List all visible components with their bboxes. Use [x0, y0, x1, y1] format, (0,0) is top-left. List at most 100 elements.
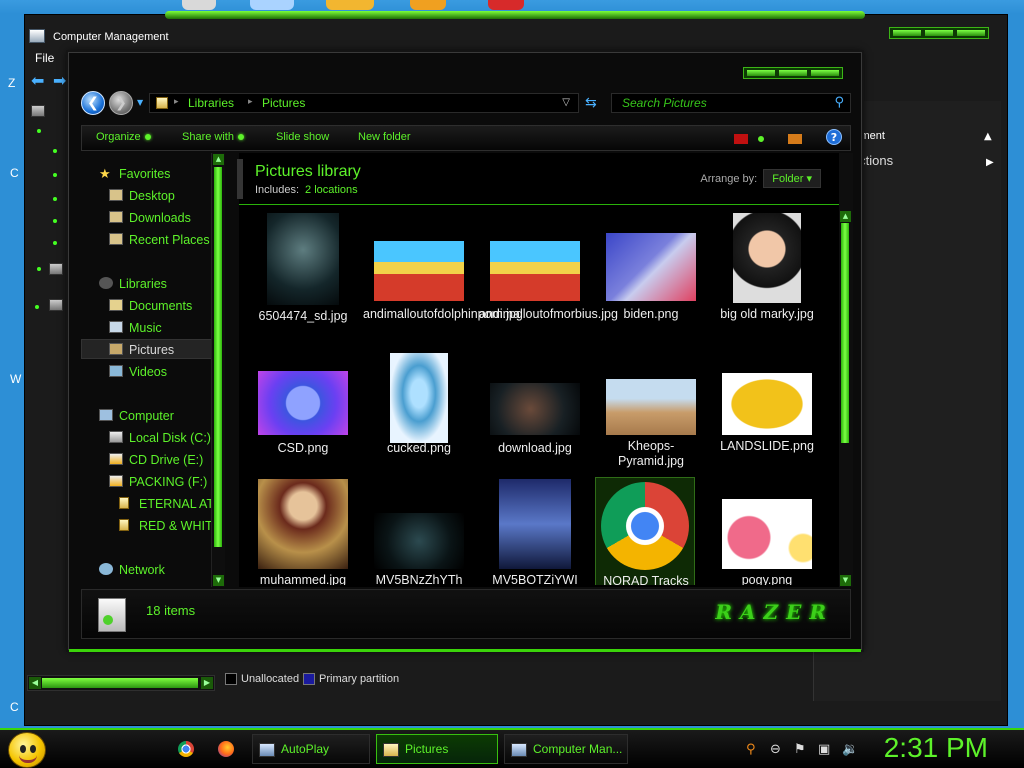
- file-item[interactable]: cucked.png: [363, 353, 475, 477]
- nav-videos[interactable]: Videos: [129, 365, 167, 379]
- firefox-icon[interactable]: [218, 741, 234, 757]
- tree-node[interactable]: [53, 173, 57, 177]
- action-center-flag-icon[interactable]: ⚑: [794, 742, 806, 757]
- nav-desktop[interactable]: Desktop: [129, 189, 175, 203]
- chevron-right-icon[interactable]: ▸: [174, 97, 179, 107]
- desktop-icon[interactable]: [182, 0, 216, 10]
- nav-computer[interactable]: Computer: [119, 409, 174, 423]
- breadcrumb-libraries[interactable]: Libraries: [188, 96, 234, 110]
- refresh-icon[interactable]: ⇆: [585, 95, 597, 111]
- nav-scrollbar[interactable]: ▲ ▼: [211, 153, 225, 587]
- file-item[interactable]: MV5BNzZhYTh: [363, 513, 475, 585]
- minus-circle-icon[interactable]: ⊖: [770, 742, 781, 757]
- services-icon[interactable]: [49, 299, 63, 311]
- maximize-button[interactable]: [925, 30, 953, 36]
- nav-red-white[interactable]: RED & WHITE: [139, 519, 221, 533]
- title-bar[interactable]: Computer Management: [25, 21, 1007, 49]
- taskbar-button-pictures[interactable]: Pictures: [376, 734, 498, 764]
- minimize-button[interactable]: [893, 30, 921, 36]
- back-arrow-icon[interactable]: ⬅: [31, 73, 47, 89]
- network-tray-icon[interactable]: ▣: [818, 742, 830, 757]
- scroll-up-button[interactable]: ▲: [213, 154, 224, 165]
- preview-pane-icon[interactable]: [788, 134, 802, 144]
- new-folder-button[interactable]: New folder: [358, 131, 411, 143]
- file-item[interactable]: 6504474_sd.jpg: [247, 213, 359, 337]
- desktop-icon[interactable]: [488, 0, 524, 10]
- tree-node[interactable]: [35, 305, 39, 309]
- scroll-up-button[interactable]: ▲: [840, 211, 851, 222]
- scroll-left-button[interactable]: ◀: [29, 677, 41, 689]
- file-item[interactable]: CSD.png: [247, 371, 359, 495]
- nav-local-disk[interactable]: Local Disk (C:): [129, 431, 211, 445]
- close-button[interactable]: [957, 30, 985, 36]
- nav-cd-drive[interactable]: CD Drive (E:): [129, 453, 203, 467]
- forward-button[interactable]: ❯: [109, 91, 133, 115]
- search-tray-icon[interactable]: ⚲: [746, 742, 756, 757]
- nav-pictures[interactable]: Pictures: [129, 343, 174, 357]
- menu-file[interactable]: File: [35, 51, 54, 65]
- tree-node[interactable]: [53, 219, 57, 223]
- file-item[interactable]: andimalloutofmorbius.jpg: [479, 213, 618, 337]
- storage-icon[interactable]: [49, 263, 63, 275]
- scroll-thumb[interactable]: [841, 223, 849, 443]
- taskbar-button-autoplay[interactable]: AutoPlay: [252, 734, 370, 764]
- dropdown-dot-icon[interactable]: [758, 136, 764, 142]
- share-with-button[interactable]: Share with: [182, 131, 244, 143]
- maximize-button[interactable]: [779, 70, 807, 76]
- close-button[interactable]: [811, 70, 839, 76]
- nav-downloads[interactable]: Downloads: [129, 211, 191, 225]
- content-scrollbar[interactable]: ▲ ▼: [839, 153, 853, 587]
- clock[interactable]: 2:31 PM: [884, 732, 988, 764]
- search-icon[interactable]: ⚲: [834, 95, 844, 110]
- arrange-by-dropdown[interactable]: Folder ▾: [763, 169, 821, 188]
- nav-recent-places[interactable]: Recent Places: [129, 233, 210, 247]
- scroll-thumb[interactable]: [214, 167, 222, 547]
- nav-network[interactable]: Network: [119, 563, 165, 577]
- tree-node[interactable]: [53, 149, 57, 153]
- file-item-selected[interactable]: NORAD Tracks: [595, 477, 695, 585]
- breadcrumb-pictures[interactable]: Pictures: [262, 96, 305, 110]
- nav-music[interactable]: Music: [129, 321, 162, 335]
- scroll-down-button[interactable]: ▼: [213, 575, 224, 586]
- start-button[interactable]: [8, 732, 46, 768]
- file-item[interactable]: andimalloutofdolphinporn.jpg: [363, 213, 523, 337]
- file-item[interactable]: MV5BOTZiYWI: [479, 479, 591, 585]
- scroll-thumb[interactable]: [42, 678, 198, 688]
- tree-node[interactable]: [53, 197, 57, 201]
- nav-favorites[interactable]: Favorites: [119, 167, 170, 181]
- collapse-up-icon[interactable]: ▲: [984, 131, 992, 142]
- back-button[interactable]: ❮: [81, 91, 105, 115]
- desktop-icon[interactable]: [326, 0, 374, 10]
- file-item[interactable]: muhammed.jpg: [247, 479, 359, 585]
- file-item[interactable]: big old marky.jpg: [711, 213, 823, 337]
- horizontal-scrollbar[interactable]: ◀ ▶: [27, 675, 215, 691]
- computer-icon[interactable]: [31, 105, 45, 117]
- nav-documents[interactable]: Documents: [129, 299, 192, 313]
- nav-libraries[interactable]: Libraries: [119, 277, 167, 291]
- slide-show-button[interactable]: Slide show: [276, 131, 329, 143]
- nav-packing[interactable]: PACKING (F:): [129, 475, 207, 489]
- file-item[interactable]: pogy.png: [711, 499, 823, 585]
- chrome-icon[interactable]: [178, 741, 194, 757]
- taskbar-button-computer-management[interactable]: Computer Man...: [504, 734, 628, 764]
- desktop-icon[interactable]: [250, 0, 294, 10]
- locations-link[interactable]: 2 locations: [305, 184, 358, 196]
- scroll-down-button[interactable]: ▼: [840, 575, 851, 586]
- address-bar[interactable]: ▸ Libraries ▸ Pictures ▽: [149, 93, 579, 113]
- volume-icon[interactable]: 🔉: [842, 742, 858, 757]
- help-button[interactable]: ?: [826, 129, 842, 145]
- scroll-right-button[interactable]: ▶: [201, 677, 213, 689]
- chevron-down-icon[interactable]: ▽: [562, 97, 570, 108]
- tree-node[interactable]: [37, 129, 41, 133]
- file-item[interactable]: LANDSLIDE.png: [711, 373, 823, 497]
- chevron-right-icon[interactable]: ▸: [248, 97, 253, 107]
- search-input[interactable]: Search Pictures ⚲: [611, 93, 851, 113]
- organize-button[interactable]: Organize: [96, 131, 151, 143]
- nav-eternal[interactable]: ETERNAL ATA: [139, 497, 221, 511]
- desktop-icon[interactable]: [410, 0, 446, 10]
- file-item[interactable]: biden.png: [595, 213, 707, 337]
- history-dropdown-icon[interactable]: ▼: [137, 98, 143, 107]
- tree-node[interactable]: [37, 267, 41, 271]
- view-options-icon[interactable]: [734, 134, 748, 144]
- minimize-button[interactable]: [747, 70, 775, 76]
